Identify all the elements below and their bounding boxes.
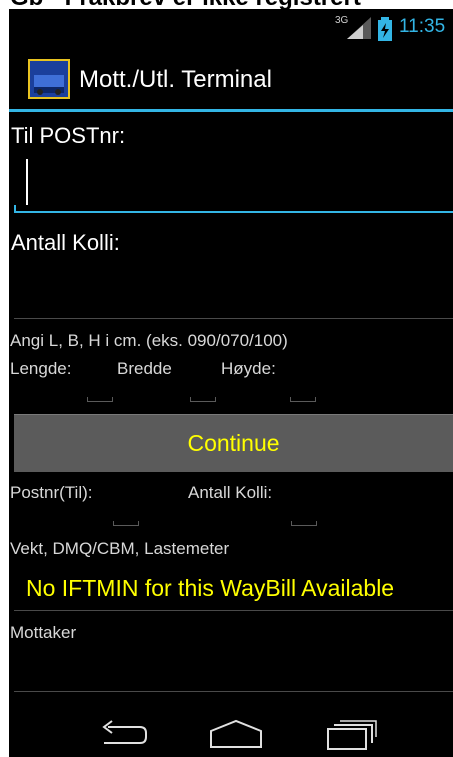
action-bar-divider [9,109,453,112]
kolli-label: Antall Kolli: [11,230,120,255]
length-input[interactable] [87,397,113,402]
dimensions-hint: Angi L, B, H i cm. (eks. 090/070/100) [10,331,288,350]
recipient-underline [14,691,453,692]
postnr-label: Til POSTnr: [11,123,126,148]
antall-kolli-summary-label: Antall Kolli: [188,483,273,502]
navigation-bar [9,699,453,757]
length-label: Lengde: [10,359,72,378]
recipient-label: Mottaker [10,623,77,642]
height-input[interactable] [290,397,316,402]
postnr-underline-corner [14,205,16,213]
home-icon[interactable] [208,719,264,749]
antall-kolli-value [291,521,317,526]
weight-label: Vekt, DMQ/CBM, Lastemeter [10,539,230,558]
kolli-input[interactable] [14,265,453,321]
kolli-underline [14,318,453,319]
app-terminal-icon[interactable] [28,59,70,99]
postnr-til-value [113,521,139,526]
postnr-focus-underline [14,211,453,213]
page-title: Mott./Utl. Terminal [79,66,272,93]
clock: 11:35 [399,16,446,37]
width-label: Bredde [117,359,172,378]
status-bar: 3G 11:35 [9,9,453,47]
signal-icon [347,17,371,39]
iftmin-status-message: No IFTMIN for this WayBill Available [26,575,395,601]
text-cursor [26,159,28,205]
recent-apps-icon[interactable] [326,719,378,751]
continue-button[interactable]: Continue [14,414,453,472]
recipient-field[interactable] [14,649,453,693]
height-label: Høyde: [221,359,276,378]
postnr-input[interactable] [14,155,453,215]
width-input[interactable] [190,397,216,402]
iftmin-underline [14,610,453,611]
postnr-til-label: Postnr(Til): [10,483,93,502]
phone-screen: 3G 11:35 Mott./Utl. Terminal Til POSTnr:… [9,9,453,757]
battery-charging-icon [378,17,392,41]
continue-button-label: Continue [187,430,280,456]
back-icon[interactable] [96,719,148,747]
